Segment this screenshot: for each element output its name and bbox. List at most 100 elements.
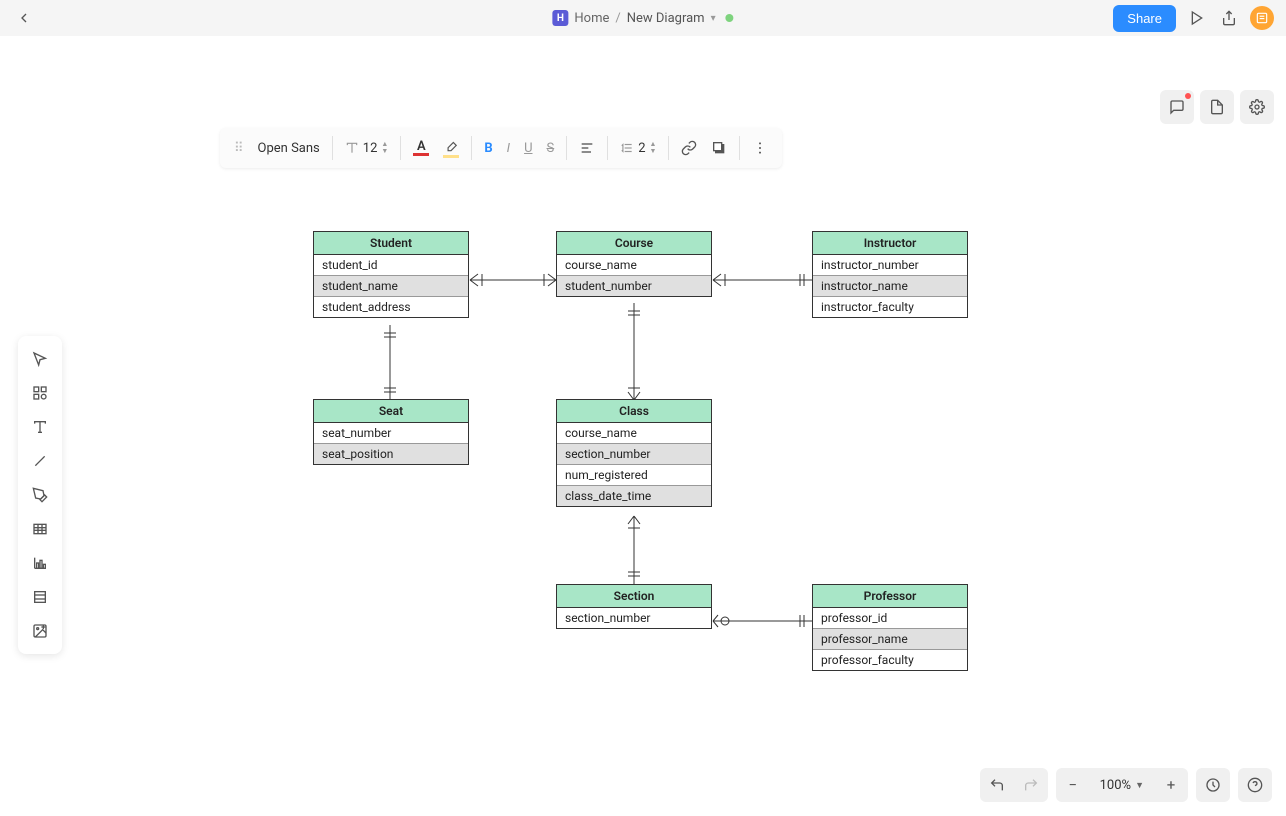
entity-row[interactable]: seat_position: [314, 444, 468, 464]
help-icon: [1247, 777, 1263, 793]
separator: [332, 136, 333, 160]
entity-row[interactable]: instructor_faculty: [813, 297, 967, 317]
share-button[interactable]: Share: [1113, 5, 1176, 32]
pages-button[interactable]: [1200, 90, 1234, 124]
line-icon: [32, 453, 48, 469]
underline-button[interactable]: U: [518, 133, 538, 163]
entity-professor[interactable]: Professor professor_id professor_name pr…: [812, 584, 968, 671]
undo-button[interactable]: [980, 768, 1014, 802]
image-icon: [32, 623, 48, 639]
text-color-button[interactable]: A: [407, 133, 435, 163]
more-button[interactable]: [746, 133, 774, 163]
canvas[interactable]: ⠿ Open Sans 12 ▲▼ A B I U S 2 ▲▼: [0, 36, 1286, 816]
entity-row[interactable]: professor_name: [813, 629, 967, 650]
font-size-input[interactable]: 12 ▲▼: [339, 133, 395, 163]
align-left-icon: [579, 140, 595, 156]
highlight-button[interactable]: [437, 133, 465, 163]
topbar-right: Share: [1113, 5, 1274, 32]
entity-class[interactable]: Class course_name section_number num_reg…: [556, 399, 712, 507]
entity-row[interactable]: student_name: [314, 276, 468, 297]
italic-button[interactable]: I: [501, 133, 516, 163]
entity-row[interactable]: section_number: [557, 608, 711, 628]
entity-header: Course: [557, 232, 711, 255]
play-button[interactable]: [1186, 7, 1208, 29]
entity-header: Class: [557, 400, 711, 423]
entity-header: Seat: [314, 400, 468, 423]
shapes-icon: [32, 385, 48, 401]
highlight-bar: [443, 155, 459, 158]
entity-student[interactable]: Student student_id student_name student_…: [313, 231, 469, 318]
highlight-icon: [443, 139, 459, 153]
zoom-out-button[interactable]: −: [1056, 768, 1090, 802]
strikethrough-button[interactable]: S: [541, 133, 561, 163]
tool-shapes[interactable]: [18, 376, 62, 410]
history-button[interactable]: [1196, 768, 1230, 802]
table-icon: [32, 521, 48, 537]
avatar-icon: [1255, 11, 1269, 25]
entity-row[interactable]: seat_number: [314, 423, 468, 444]
avatar[interactable]: [1250, 6, 1274, 30]
tool-select[interactable]: [18, 342, 62, 376]
link-button[interactable]: [675, 133, 703, 163]
entity-course[interactable]: Course course_name student_number: [556, 231, 712, 297]
line-height-icon: [620, 141, 634, 155]
tool-image[interactable]: [18, 614, 62, 648]
layers-button[interactable]: [705, 133, 733, 163]
line-height-spinner[interactable]: ▲▼: [650, 141, 657, 155]
sync-status-dot: [726, 14, 734, 22]
align-button[interactable]: [573, 133, 601, 163]
settings-button[interactable]: [1240, 90, 1274, 124]
entity-row[interactable]: professor_id: [813, 608, 967, 629]
chart-icon: [32, 555, 48, 571]
help-button[interactable]: [1238, 768, 1272, 802]
export-button[interactable]: [1218, 7, 1240, 29]
export-icon: [1221, 10, 1237, 26]
separator: [566, 136, 567, 160]
chevron-down-icon[interactable]: ▾: [711, 13, 716, 24]
redo-button[interactable]: [1014, 768, 1048, 802]
breadcrumb-separator: /: [615, 11, 620, 26]
tool-pen[interactable]: [18, 478, 62, 512]
bold-button[interactable]: B: [478, 133, 498, 163]
entity-row[interactable]: course_name: [557, 255, 711, 276]
zoom-level-text: 100%: [1100, 778, 1131, 793]
entity-row[interactable]: num_registered: [557, 465, 711, 486]
tool-table[interactable]: [18, 512, 62, 546]
entity-row[interactable]: instructor_number: [813, 255, 967, 276]
undo-icon: [989, 777, 1005, 793]
tool-line[interactable]: [18, 444, 62, 478]
history-icon: [1205, 777, 1221, 793]
entity-row[interactable]: course_name: [557, 423, 711, 444]
entity-row[interactable]: instructor_name: [813, 276, 967, 297]
app-logo: H: [552, 10, 568, 26]
entity-row[interactable]: student_id: [314, 255, 468, 276]
entity-header: Section: [557, 585, 711, 608]
breadcrumb-home[interactable]: Home: [574, 11, 609, 26]
font-family-select[interactable]: Open Sans: [252, 133, 326, 163]
undo-redo-group: [980, 768, 1048, 802]
entity-row[interactable]: student_address: [314, 297, 468, 317]
text-color-letter: A: [417, 140, 426, 153]
tool-chart[interactable]: [18, 546, 62, 580]
panel-buttons: [1160, 90, 1274, 124]
zoom-level[interactable]: 100% ▼: [1090, 768, 1154, 802]
entity-row[interactable]: class_date_time: [557, 486, 711, 506]
entity-section[interactable]: Section section_number: [556, 584, 712, 629]
tool-frame[interactable]: [18, 580, 62, 614]
chevron-down-icon: ▼: [1135, 780, 1144, 791]
format-toolbar: ⠿ Open Sans 12 ▲▼ A B I U S 2 ▲▼: [220, 128, 782, 168]
text-size-icon: [345, 141, 359, 155]
font-size-spinner[interactable]: ▲▼: [381, 141, 388, 155]
entity-row[interactable]: section_number: [557, 444, 711, 465]
entity-row[interactable]: student_number: [557, 276, 711, 296]
entity-instructor[interactable]: Instructor instructor_number instructor_…: [812, 231, 968, 318]
line-height-input[interactable]: 2 ▲▼: [614, 133, 662, 163]
entity-seat[interactable]: Seat seat_number seat_position: [313, 399, 469, 465]
toolbar-drag-handle[interactable]: ⠿: [228, 133, 250, 163]
zoom-in-button[interactable]: +: [1154, 768, 1188, 802]
tool-text[interactable]: [18, 410, 62, 444]
breadcrumb-doc[interactable]: New Diagram: [627, 11, 705, 26]
back-button[interactable]: [12, 6, 36, 30]
comments-button[interactable]: [1160, 90, 1194, 124]
entity-row[interactable]: professor_faculty: [813, 650, 967, 670]
